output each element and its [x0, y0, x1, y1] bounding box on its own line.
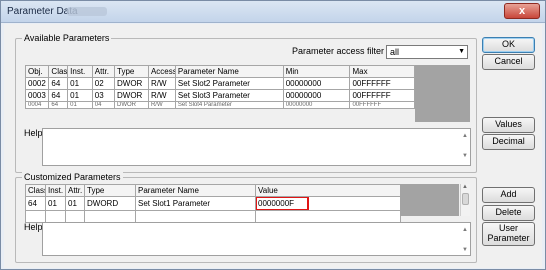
delete-button[interactable]: Delete: [482, 205, 535, 221]
title-redacted: [67, 7, 107, 16]
cell-obj: 0004: [24, 101, 50, 109]
cell-parameter-name: Set Slot2 Parameter: [174, 77, 284, 90]
col-attr[interactable]: Attr.: [91, 65, 116, 78]
available-help-text: ▲ ▼: [42, 128, 471, 166]
cell-min: 00000000: [282, 89, 351, 102]
col-inst[interactable]: Inst.: [45, 184, 66, 197]
cancel-button[interactable]: Cancel: [482, 54, 535, 70]
table-empty-area: [415, 65, 470, 122]
cell-class: 64: [48, 101, 69, 109]
dialog-body: Available Parameters Parameter access fi…: [4, 24, 542, 268]
available-header-row: Obj. Class Inst. Attr. Type Access Param…: [24, 65, 415, 78]
value-cell[interactable]: 0000000F: [255, 196, 401, 211]
cell-min: 00000000: [282, 77, 351, 90]
cell-attr: 02: [91, 77, 116, 90]
table-row[interactable]: 0002 64 01 02 DWOR R/W Set Slot2 Paramet…: [24, 77, 415, 90]
cell-attr: 04: [91, 101, 116, 109]
cell-max: 00FFFFFF: [349, 77, 415, 90]
parameter-data-dialog: Parameter Data x Available Parameters Pa…: [0, 0, 546, 270]
table-empty-area: [400, 184, 459, 216]
close-button[interactable]: x: [504, 3, 540, 19]
customized-parameters-table: Class Inst. Attr. Type Parameter Name Va…: [25, 184, 401, 223]
access-filter-value: all: [390, 47, 400, 57]
available-help-label: Help: [24, 128, 43, 138]
col-max[interactable]: Max: [349, 65, 415, 78]
cell-parameter-name: Set Slot1 Parameter: [135, 196, 256, 211]
cell-inst: 01: [45, 196, 66, 211]
col-parameter-name[interactable]: Parameter Name: [174, 65, 284, 78]
cell-type: DWOR: [114, 101, 149, 109]
cell-min: 00000000: [282, 101, 351, 109]
col-min[interactable]: Min: [282, 65, 351, 78]
cell-inst: 01: [67, 101, 93, 109]
user-parameter-button[interactable]: User Parameter: [482, 222, 535, 246]
cell-attr: 03: [91, 89, 116, 102]
table-row[interactable]: 0003 64 01 03 DWOR R/W Set Slot3 Paramet…: [24, 89, 415, 102]
customized-help-text: ▲ ▼: [42, 222, 471, 256]
customized-parameters-legend: Customized Parameters: [22, 172, 123, 182]
cell-attr: 01: [65, 196, 85, 211]
col-obj[interactable]: Obj.: [24, 65, 50, 78]
cell-obj: 0002: [24, 77, 50, 90]
available-parameters-table: Obj. Class Inst. Attr. Type Access Param…: [24, 65, 415, 109]
cell-type: DWORD: [84, 196, 136, 211]
cell-inst: 01: [67, 77, 93, 90]
access-filter-label: Parameter access filter: [292, 46, 385, 56]
col-parameter-name[interactable]: Parameter Name: [135, 184, 256, 197]
customized-help-label: Help: [24, 222, 43, 232]
scroll-thumb[interactable]: [462, 193, 469, 205]
available-parameters-group: Available Parameters Parameter access fi…: [15, 33, 477, 173]
col-inst[interactable]: Inst.: [67, 65, 93, 78]
cell-class: 64: [25, 196, 46, 211]
add-button[interactable]: Add: [482, 187, 535, 203]
col-class[interactable]: Class: [48, 65, 69, 78]
cell-obj: 0003: [24, 89, 50, 102]
cell-max: 00FFFFFF: [349, 101, 415, 109]
cell-type: DWOR: [114, 89, 149, 102]
col-value[interactable]: Value: [255, 184, 401, 197]
col-type[interactable]: Type: [114, 65, 149, 78]
values-button[interactable]: Values: [482, 117, 535, 133]
value-edit-field[interactable]: 0000000F: [256, 197, 309, 210]
help-scroll-arrows[interactable]: ▲ ▼: [462, 225, 468, 255]
title-bar[interactable]: Parameter Data x: [1, 1, 545, 23]
available-parameters-legend: Available Parameters: [22, 33, 112, 43]
cell-parameter-name: Set Slot4 Parameter: [174, 101, 284, 109]
access-filter-select[interactable]: all ▼: [386, 45, 468, 59]
customized-table-scrollbar[interactable]: ▲: [460, 184, 470, 216]
cell-class: 64: [48, 89, 69, 102]
chevron-down-icon: ▼: [458, 48, 465, 55]
col-class[interactable]: Class: [25, 184, 46, 197]
cell-max: 00FFFFFF: [349, 89, 415, 102]
cell-access: R/W: [147, 77, 176, 90]
cell-class: 64: [48, 77, 69, 90]
cell-access: R/W: [147, 101, 176, 109]
decimal-button[interactable]: Decimal: [482, 134, 535, 150]
table-row[interactable]: 0004 64 01 04 DWOR R/W Set Slot4 Paramet…: [24, 101, 415, 109]
table-row-empty: [25, 210, 401, 223]
customized-header-row: Class Inst. Attr. Type Parameter Name Va…: [25, 184, 401, 197]
table-row[interactable]: 64 01 01 DWORD Set Slot1 Parameter 00000…: [25, 196, 401, 211]
cell-access: R/W: [147, 89, 176, 102]
help-scroll-arrows[interactable]: ▲ ▼: [462, 131, 468, 161]
col-type[interactable]: Type: [84, 184, 136, 197]
col-access[interactable]: Access: [147, 65, 176, 78]
scroll-up-icon[interactable]: ▲: [462, 184, 468, 190]
cell-inst: 01: [67, 89, 93, 102]
cell-type: DWOR: [114, 77, 149, 90]
customized-parameters-group: Customized Parameters Class Inst. Attr. …: [15, 172, 477, 263]
col-attr[interactable]: Attr.: [65, 184, 85, 197]
cell-parameter-name: Set Slot3 Parameter: [174, 89, 284, 102]
ok-button[interactable]: OK: [482, 37, 535, 53]
